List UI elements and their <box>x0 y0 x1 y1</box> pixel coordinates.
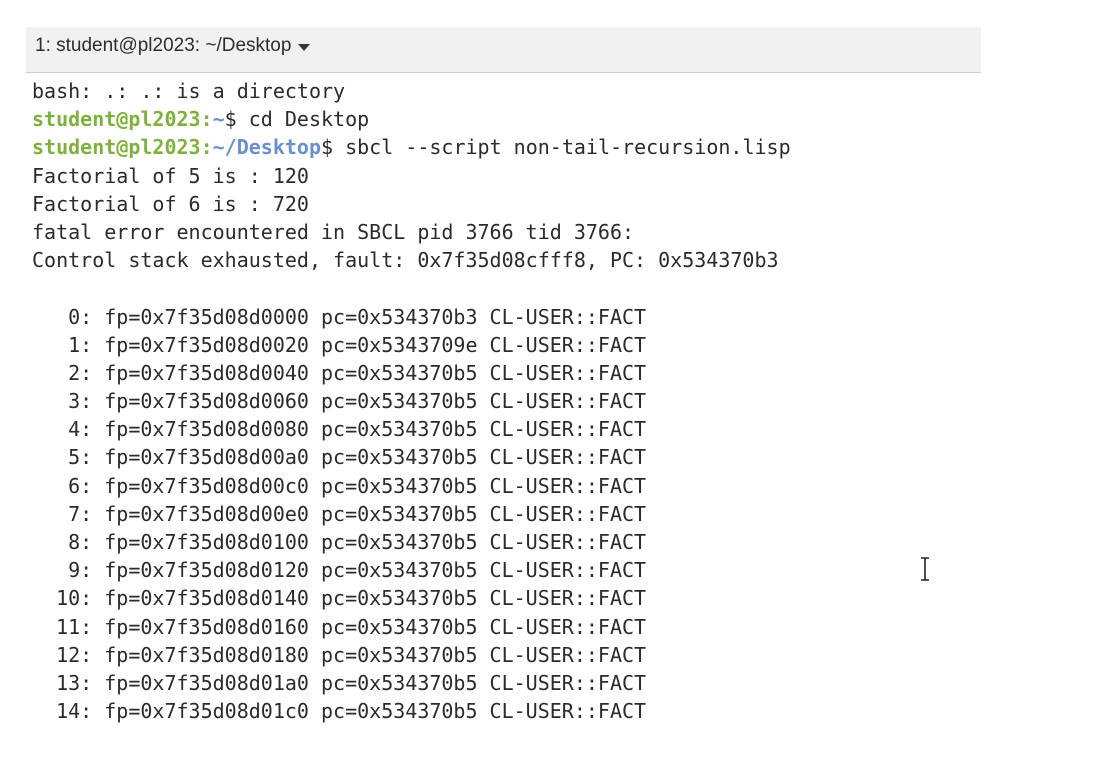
output-text: Factorial of 6 is : 720 <box>32 191 309 216</box>
output-line: 2: fp=0x7f35d08d0040 pc=0x534370b5 CL-US… <box>32 359 981 387</box>
output-line: 15: fp=0x7f35d08d01e0 pc=0x534370b5 CL-U… <box>32 725 981 728</box>
output-text: 8: fp=0x7f35d08d0100 pc=0x534370b5 CL-US… <box>32 530 647 554</box>
output-text: 7: fp=0x7f35d08d00e0 pc=0x534370b5 CL-US… <box>32 501 647 526</box>
output-line: 5: fp=0x7f35d08d00a0 pc=0x534370b5 CL-US… <box>32 443 981 471</box>
prompt-symbol: $ <box>321 135 346 160</box>
output-line: Factorial of 5 is : 120 <box>32 162 981 190</box>
output-line: Control stack exhausted, fault: 0x7f35d0… <box>32 246 981 274</box>
command-text: cd Desktop <box>248 107 370 132</box>
prompt-separator: : <box>200 135 213 160</box>
text-cursor-icon <box>921 557 929 581</box>
output-line: 10: fp=0x7f35d08d0140 pc=0x534370b5 CL-U… <box>32 584 981 612</box>
prompt-user: student@pl2023 <box>32 135 201 160</box>
terminal-tab-bar: 1: student@pl2023: ~/Desktop <box>26 27 981 73</box>
output-text: 4: fp=0x7f35d08d0080 pc=0x534370b5 CL-US… <box>32 417 647 442</box>
output-text: 5: fp=0x7f35d08d00a0 pc=0x534370b5 CL-US… <box>32 445 647 470</box>
output-line: Factorial of 6 is : 720 <box>32 190 981 218</box>
terminal-tab[interactable]: 1: student@pl2023: ~/Desktop <box>35 27 311 65</box>
tab-title-label: 1: student@pl2023: ~/Desktop <box>35 35 292 56</box>
prompt-separator: : <box>200 107 213 132</box>
output-text: Control stack exhausted, fault: 0x7f35d0… <box>32 248 779 273</box>
output-text: 2: fp=0x7f35d08d0040 pc=0x534370b5 CL-US… <box>32 360 647 385</box>
prompt-user: student@pl2023 <box>32 107 201 132</box>
command-text: sbcl --script non-tail-recursion.lisp <box>345 135 791 160</box>
prompt-symbol: $ <box>224 107 249 132</box>
output-text: bash: .: .: is a directory <box>32 79 346 103</box>
prompt-path: ~ <box>212 107 225 132</box>
caret-down-icon[interactable] <box>298 43 311 51</box>
terminal-output[interactable]: bash: .: .: is a directory student@pl2023… <box>32 77 981 728</box>
prompt-line: student@pl2023:~$ cd Desktop <box>32 105 981 133</box>
output-line: 11: fp=0x7f35d08d0160 pc=0x534370b5 CL-U… <box>32 613 981 641</box>
output-text: 9: fp=0x7f35d08d0120 pc=0x534370b5 CL-US… <box>32 558 647 583</box>
prompt-line: student@pl2023:~/Desktop$ sbcl --script … <box>32 133 981 161</box>
output-line: fatal error encountered in SBCL pid 3766… <box>32 218 981 246</box>
output-line: 4: fp=0x7f35d08d0080 pc=0x534370b5 CL-US… <box>32 415 981 443</box>
output-text: 3: fp=0x7f35d08d0060 pc=0x534370b5 CL-US… <box>32 389 647 414</box>
output-line: 6: fp=0x7f35d08d00c0 pc=0x534370b5 CL-US… <box>32 472 981 500</box>
output-line: 9: fp=0x7f35d08d0120 pc=0x534370b5 CL-US… <box>32 556 981 584</box>
output-line: 12: fp=0x7f35d08d0180 pc=0x534370b5 CL-U… <box>32 641 981 669</box>
output-line: 8: fp=0x7f35d08d0100 pc=0x534370b5 CL-US… <box>32 528 981 556</box>
output-line: 3: fp=0x7f35d08d0060 pc=0x534370b5 CL-US… <box>32 387 981 415</box>
output-line: 13: fp=0x7f35d08d01a0 pc=0x534370b5 CL-U… <box>32 669 981 697</box>
output-line: 0: fp=0x7f35d08d0000 pc=0x534370b3 CL-US… <box>32 303 981 331</box>
prompt-path: ~/Desktop <box>212 135 321 160</box>
output-line: 1: fp=0x7f35d08d0020 pc=0x5343709e CL-US… <box>32 331 981 359</box>
output-text: 1: fp=0x7f35d08d0020 pc=0x5343709e CL-US… <box>32 332 647 357</box>
output-line: 14: fp=0x7f35d08d01c0 pc=0x534370b5 CL-U… <box>32 697 981 725</box>
output-text: 14: fp=0x7f35d08d01c0 pc=0x534370b5 CL-U… <box>32 699 647 724</box>
output-text: Factorial of 5 is : 120 <box>32 163 309 188</box>
output-text: 12: fp=0x7f35d08d0180 pc=0x534370b5 CL-U… <box>32 642 647 667</box>
output-text: 0: fp=0x7f35d08d0000 pc=0x534370b3 CL-US… <box>32 304 647 329</box>
output-text: 10: fp=0x7f35d08d0140 pc=0x534370b5 CL-U… <box>32 586 647 611</box>
output-line: bash: .: .: is a directory <box>32 77 981 105</box>
output-text: 6: fp=0x7f35d08d00c0 pc=0x534370b5 CL-US… <box>32 473 647 498</box>
output-text: 15: fp=0x7f35d08d01e0 pc=0x534370b5 CL-U… <box>32 727 646 728</box>
output-text: fatal error encountered in SBCL pid 3766… <box>32 219 635 244</box>
output-line: 7: fp=0x7f35d08d00e0 pc=0x534370b5 CL-US… <box>32 500 981 528</box>
output-text: 11: fp=0x7f35d08d0160 pc=0x534370b5 CL-U… <box>32 614 647 639</box>
output-text: 13: fp=0x7f35d08d01a0 pc=0x534370b5 CL-U… <box>32 670 647 695</box>
